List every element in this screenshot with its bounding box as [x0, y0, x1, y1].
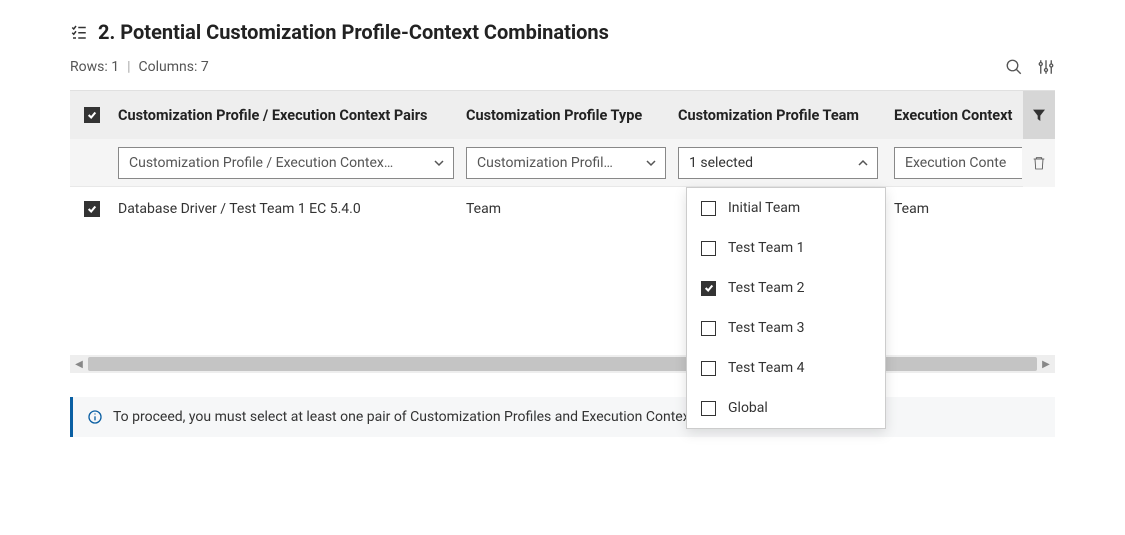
column-header-pairs[interactable]: Customization Profile / Execution Contex…	[114, 107, 466, 124]
filter-exec-dropdown[interactable]: Execution Conte	[894, 147, 1022, 179]
select-all-checkbox[interactable]	[84, 107, 100, 123]
filter-exec-placeholder: Execution Conte	[905, 155, 1006, 171]
option-checkbox[interactable]	[701, 201, 716, 216]
option-label: Initial Team	[728, 200, 800, 216]
cell-profile-type: Team	[466, 201, 678, 217]
dropdown-option[interactable]: Global	[687, 388, 885, 428]
column-header-exec-context[interactable]: Execution Context	[894, 107, 1026, 124]
dropdown-option[interactable]: Initial Team	[687, 188, 885, 228]
meta-row: Rows: 1 | Columns: 7	[70, 58, 1055, 76]
filter-type-dropdown[interactable]: Customization Profil…	[466, 147, 666, 179]
filter-type-placeholder: Customization Profil…	[477, 155, 613, 171]
info-bar: To proceed, you must select at least one…	[70, 397, 1055, 437]
scroll-thumb[interactable]	[88, 357, 1037, 371]
option-label: Test Team 1	[728, 240, 804, 256]
cell-pairs: Database Driver / Test Team 1 EC 5.4.0	[114, 201, 466, 217]
dropdown-option[interactable]: Test Team 1	[687, 228, 885, 268]
option-label: Test Team 4	[728, 360, 804, 376]
rows-count: Rows: 1	[70, 59, 119, 75]
search-icon[interactable]	[1005, 58, 1023, 76]
chevron-down-icon	[645, 157, 657, 169]
row-checkbox[interactable]	[84, 201, 100, 217]
table-header-row: Customization Profile / Execution Contex…	[70, 91, 1055, 139]
meta-separator: |	[127, 59, 130, 75]
option-label: Global	[728, 400, 768, 416]
checklist-icon	[70, 23, 88, 41]
filter-pairs-dropdown[interactable]: Customization Profile / Execution Contex…	[118, 147, 454, 179]
option-checkbox[interactable]	[701, 321, 716, 336]
page-title: 2. Potential Customization Profile-Conte…	[98, 20, 609, 44]
dropdown-option[interactable]: Test Team 4	[687, 348, 885, 388]
section-header: 2. Potential Customization Profile-Conte…	[70, 20, 1055, 44]
table-row[interactable]: Database Driver / Test Team 1 EC 5.4.0 T…	[70, 187, 1055, 231]
info-message: To proceed, you must select at least one…	[113, 409, 705, 425]
column-header-profile-type[interactable]: Customization Profile Type	[466, 107, 678, 124]
cell-exec-context: Team	[894, 201, 1026, 217]
team-filter-dropdown: Initial Team Test Team 1 Test Team 2 Tes…	[686, 187, 886, 429]
table-wrapper: Customization Profile / Execution Contex…	[70, 90, 1055, 373]
option-label: Test Team 2	[728, 280, 804, 296]
info-icon	[87, 409, 103, 425]
option-checkbox[interactable]	[701, 401, 716, 416]
chevron-down-icon	[433, 157, 445, 169]
scroll-right-arrow[interactable]: ▶	[1037, 355, 1055, 373]
dropdown-option[interactable]: Test Team 3	[687, 308, 885, 348]
columns-count: Columns: 7	[139, 59, 209, 75]
column-header-profile-team[interactable]: Customization Profile Team	[678, 107, 894, 124]
filter-row: Customization Profile / Execution Contex…	[70, 139, 1055, 187]
filter-pairs-placeholder: Customization Profile / Execution Contex…	[129, 155, 393, 171]
dropdown-option[interactable]: Test Team 2	[687, 268, 885, 308]
chevron-up-icon	[857, 157, 869, 169]
scroll-left-arrow[interactable]: ◀	[70, 355, 88, 373]
option-checkbox[interactable]	[701, 281, 716, 296]
filter-team-selected: 1 selected	[689, 155, 753, 171]
clear-filters-button[interactable]	[1023, 139, 1055, 187]
option-checkbox[interactable]	[701, 361, 716, 376]
horizontal-scrollbar[interactable]: ◀ ▶	[70, 355, 1055, 373]
settings-sliders-icon[interactable]	[1037, 58, 1055, 76]
filter-icon[interactable]	[1023, 91, 1055, 139]
option-checkbox[interactable]	[701, 241, 716, 256]
filter-team-dropdown[interactable]: 1 selected	[678, 147, 878, 179]
option-label: Test Team 3	[728, 320, 804, 336]
